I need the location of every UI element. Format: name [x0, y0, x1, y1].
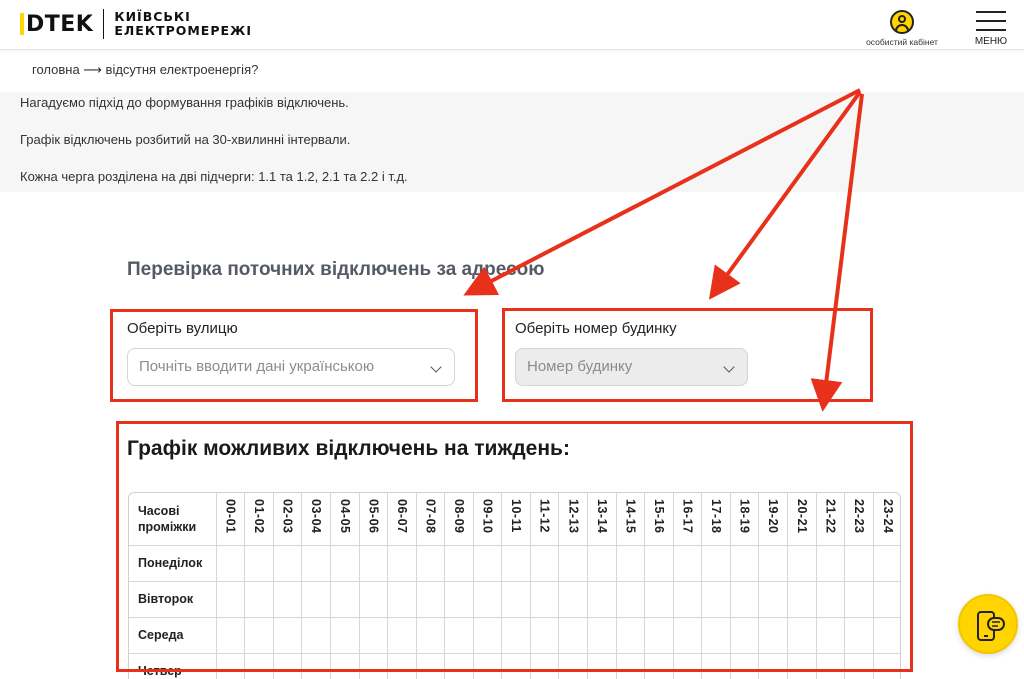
annotation-arrows — [463, 88, 864, 412]
phone-chat-icon — [977, 611, 1005, 641]
arrow-to-house — [708, 90, 862, 300]
chat-button[interactable] — [958, 594, 1018, 654]
arrow-to-schedule — [810, 93, 864, 412]
arrow-to-street — [463, 88, 861, 296]
